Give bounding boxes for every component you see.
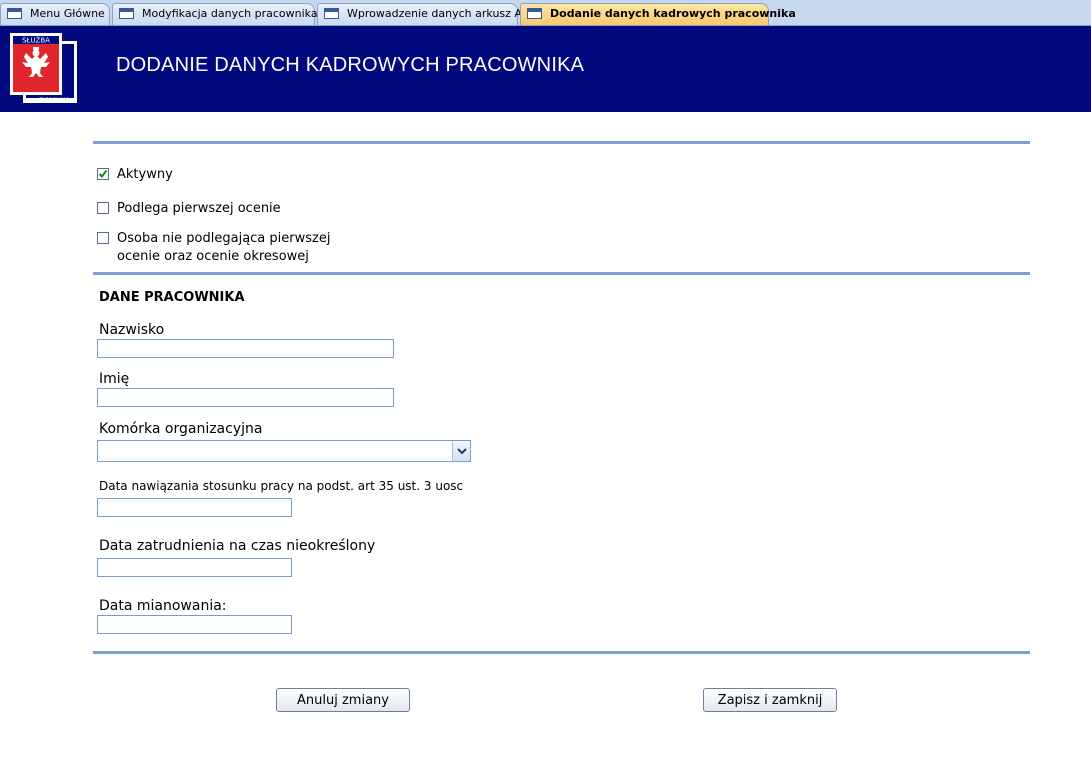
tab-modyfikacja-danych[interactable]: Modyfikacja danych pracownika (112, 3, 318, 25)
checkbox-label: Podlega pierwszej ocenie (117, 201, 281, 216)
document-tab-bar: Menu Główne Modyfikacja danych pracownik… (0, 0, 1091, 26)
label-nazwisko: Nazwisko (99, 322, 165, 338)
label-data-zatrudnienia: Data zatrudnienia na czas nieokreślony (99, 538, 376, 554)
section-title-dane-pracownika: DANE PRACOWNIKA (99, 290, 245, 305)
svg-text:SŁUŻBA: SŁUŻBA (22, 36, 50, 45)
check-icon (98, 169, 108, 179)
dropdown-button[interactable] (452, 441, 470, 461)
cancel-changes-button[interactable]: Anuluj zmiany (276, 688, 410, 712)
checkbox-podlega-pierwszej-ocenie[interactable] (97, 202, 109, 214)
separator-top (93, 141, 1030, 144)
nazwisko-input[interactable] (97, 339, 394, 358)
tab-label: Wprowadzenie danych arkusz A (347, 7, 522, 20)
data-mianowania-input[interactable] (97, 615, 292, 634)
chevron-down-icon (457, 448, 467, 455)
data-zatrudnienia-input[interactable] (97, 558, 292, 577)
checkbox-nie-podlegajaca[interactable] (97, 232, 109, 244)
form-icon (527, 8, 542, 19)
data-nawiazania-input[interactable] (97, 498, 292, 517)
checkbox-label-line1: Osoba nie podlegająca pierwszej (117, 231, 331, 246)
form-icon (7, 8, 22, 19)
tab-label: Menu Główne (30, 7, 105, 20)
form-icon (119, 8, 134, 19)
tab-label: Dodanie danych kadrowych pracownika (550, 7, 796, 20)
label-komorka: Komórka organizacyjna (99, 421, 263, 437)
tab-label: Modyfikacja danych pracownika (142, 7, 318, 20)
form-icon (324, 8, 339, 19)
svg-text:CYWILNA: CYWILNA (38, 97, 70, 105)
label-data-nawiazania: Data nawiązania stosunku pracy na podst.… (99, 479, 464, 493)
label-data-mianowania: Data mianowania: (99, 598, 227, 614)
form-header: SŁUŻBA CYWILNA DODANIE DANYCH KADROWYCH … (0, 26, 1091, 112)
tab-menu-glowne[interactable]: Menu Główne (0, 3, 110, 25)
checkbox-label: Aktywny (117, 167, 173, 182)
page-title: DODANIE DANYCH KADROWYCH PRACOWNIKA (116, 54, 585, 76)
sluzba-cywilna-logo: SŁUŻBA CYWILNA (10, 33, 77, 105)
checkbox-label-line2: ocenie oraz ocenie okresowej (117, 249, 309, 264)
tab-wprowadzenie-danych[interactable]: Wprowadzenie danych arkusz A (317, 3, 522, 25)
save-and-close-button[interactable]: Zapisz i zamknij (703, 688, 837, 712)
checkbox-aktywny[interactable] (97, 168, 109, 180)
tab-dodanie-danych-kadrowych[interactable]: Dodanie danych kadrowych pracownika (520, 3, 796, 25)
separator-bottom (93, 651, 1030, 654)
imie-input[interactable] (97, 388, 394, 407)
label-imie: Imię (99, 371, 130, 387)
komorka-organizacyjna-select[interactable] (97, 440, 471, 462)
separator-middle (93, 272, 1030, 275)
